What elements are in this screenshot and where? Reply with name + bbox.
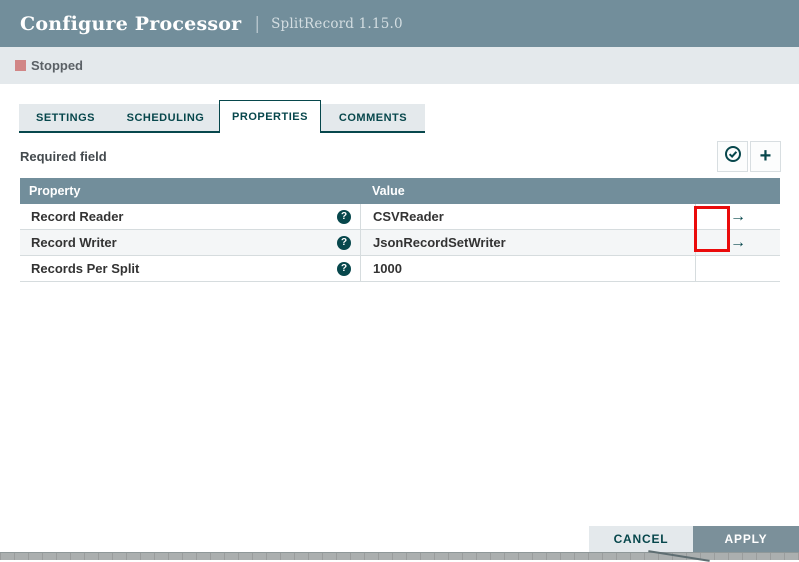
apply-button[interactable]: APPLY (693, 526, 799, 552)
check-circle-icon (724, 145, 742, 168)
status-label: Stopped (31, 58, 83, 73)
toolbar-icon-buttons: + (717, 141, 781, 172)
table-row[interactable]: Record Writer ? JsonRecordSetWriter → (20, 230, 780, 256)
help-icon[interactable]: ? (337, 236, 351, 250)
property-value[interactable]: JsonRecordSetWriter (360, 230, 695, 255)
tab-properties[interactable]: PROPERTIES (219, 100, 321, 133)
status-bar: Stopped (0, 47, 799, 84)
tab-comments[interactable]: COMMENTS (321, 104, 425, 133)
property-value[interactable]: CSVReader (360, 204, 695, 229)
dialog-title: Configure Processor (20, 13, 241, 35)
properties-table: Property Value Record Reader ? CSVReader… (20, 178, 780, 282)
verify-properties-button[interactable] (717, 141, 748, 172)
help-icon[interactable]: ? (337, 262, 351, 276)
table-header-row: Property Value (20, 178, 780, 204)
go-to-service-icon[interactable]: → (730, 235, 746, 251)
column-header-property: Property (20, 184, 360, 198)
title-separator: | (254, 14, 260, 34)
property-value[interactable]: 1000 (360, 256, 695, 281)
processor-name-version: SplitRecord 1.15.0 (271, 16, 403, 32)
table-row[interactable]: Records Per Split ? 1000 (20, 256, 780, 282)
plus-icon: + (760, 146, 772, 166)
property-name: Record Writer (31, 235, 117, 250)
property-name: Records Per Split (31, 261, 139, 276)
stopped-status-icon (15, 60, 26, 71)
tab-scheduling[interactable]: SCHEDULING (112, 104, 219, 133)
table-row[interactable]: Record Reader ? CSVReader → (20, 204, 780, 230)
add-property-button[interactable]: + (750, 141, 781, 172)
help-icon[interactable]: ? (337, 210, 351, 224)
property-name: Record Reader (31, 209, 123, 224)
column-header-value: Value (360, 184, 695, 198)
cancel-button[interactable]: CANCEL (589, 526, 693, 552)
tab-settings[interactable]: SETTINGS (19, 104, 112, 133)
dialog-header: Configure Processor | SplitRecord 1.15.0 (0, 0, 799, 47)
required-field-label: Required field (20, 149, 107, 164)
tab-bar: SETTINGS SCHEDULING PROPERTIES COMMENTS (19, 100, 425, 133)
go-to-service-icon[interactable]: → (730, 209, 746, 225)
properties-toolbar: Required field + (20, 141, 781, 172)
